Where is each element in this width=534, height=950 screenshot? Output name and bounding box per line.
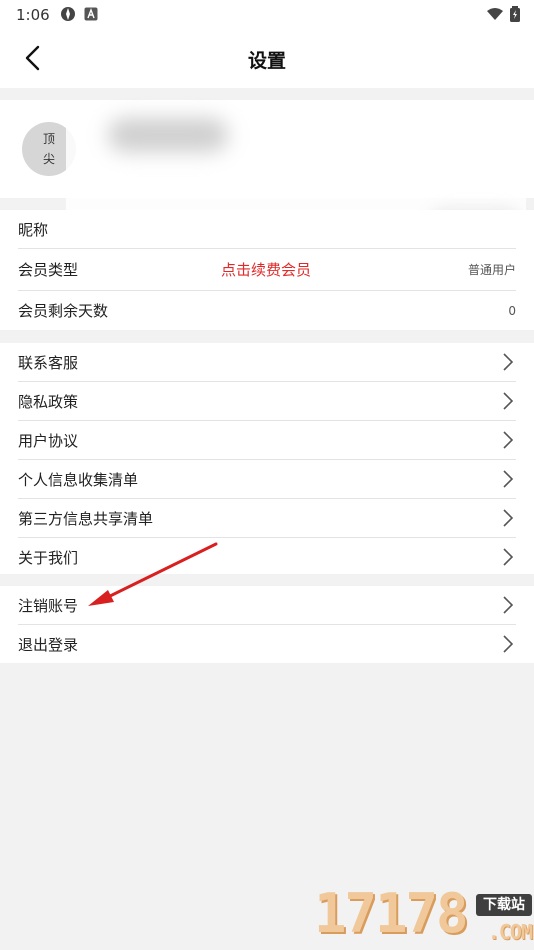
nav-bar: 设置 bbox=[0, 30, 534, 88]
avatar-char-1: 顶 bbox=[42, 132, 55, 146]
renew-membership-link[interactable]: 点击续费会员 bbox=[221, 259, 311, 280]
row-privacy-policy[interactable]: 隐私政策 bbox=[18, 382, 516, 421]
row-label: 退出登录 bbox=[18, 635, 79, 654]
row-member-type[interactable]: 会员类型 点击续费会员 普通用户 bbox=[18, 249, 516, 291]
wifi-icon bbox=[487, 8, 503, 20]
a-badge-icon bbox=[84, 7, 98, 21]
chevron-right-icon bbox=[503, 431, 514, 449]
row-value: 普通用户 bbox=[467, 263, 516, 277]
row-label: 联系客服 bbox=[18, 353, 79, 372]
red-arrow-annotation bbox=[88, 542, 218, 606]
row-logout[interactable]: 退出登录 bbox=[18, 625, 516, 663]
status-time: 1:06 bbox=[16, 6, 50, 24]
row-contact-service[interactable]: 联系客服 bbox=[18, 343, 516, 382]
row-label: 用户协议 bbox=[18, 431, 79, 450]
status-icons-right bbox=[486, 6, 520, 22]
chevron-right-icon bbox=[503, 392, 514, 410]
watermark-tag: 下载站 bbox=[476, 894, 532, 916]
row-label: 注销账号 bbox=[18, 596, 79, 615]
row-label: 隐私政策 bbox=[18, 392, 79, 411]
row-label: 会员类型 bbox=[18, 261, 79, 279]
battery-charging-icon bbox=[510, 6, 520, 22]
row-user-agreement[interactable]: 用户协议 bbox=[18, 421, 516, 460]
row-third-party-sharing[interactable]: 第三方信息共享清单 bbox=[18, 499, 516, 538]
status-icons-left bbox=[60, 6, 98, 22]
page-title: 设置 bbox=[247, 50, 286, 72]
row-member-days: 会员剩余天数 0 bbox=[18, 291, 516, 330]
watermark-logo: 17178 下载站 .COM bbox=[308, 880, 534, 950]
row-label: 个人信息收集清单 bbox=[18, 470, 139, 489]
row-nickname[interactable]: 昵称 bbox=[18, 210, 516, 249]
watermark-domain: .COM bbox=[487, 920, 533, 944]
row-personal-info-list[interactable]: 个人信息收集清单 bbox=[18, 460, 516, 499]
chevron-right-icon bbox=[503, 635, 514, 653]
row-label: 关于我们 bbox=[18, 548, 79, 567]
account-section: 昵称 会员类型 点击续费会员 普通用户 会员剩余天数 0 bbox=[0, 210, 534, 330]
settings-gear-icon bbox=[61, 7, 75, 21]
chevron-right-icon bbox=[503, 548, 514, 566]
row-label: 昵称 bbox=[18, 220, 49, 239]
watermark-number: 17178 bbox=[314, 882, 469, 945]
blurred-username bbox=[108, 118, 228, 152]
chevron-right-icon bbox=[503, 470, 514, 488]
row-value: 0 bbox=[508, 303, 516, 318]
chevron-right-icon bbox=[503, 353, 514, 371]
chevron-right-icon bbox=[503, 596, 514, 614]
row-label: 会员剩余天数 bbox=[18, 302, 109, 320]
chevron-right-icon bbox=[503, 509, 514, 527]
avatar-char-2: 尖 bbox=[42, 152, 55, 166]
status-bar: 1:06 bbox=[0, 0, 534, 30]
row-label: 第三方信息共享清单 bbox=[18, 509, 154, 528]
